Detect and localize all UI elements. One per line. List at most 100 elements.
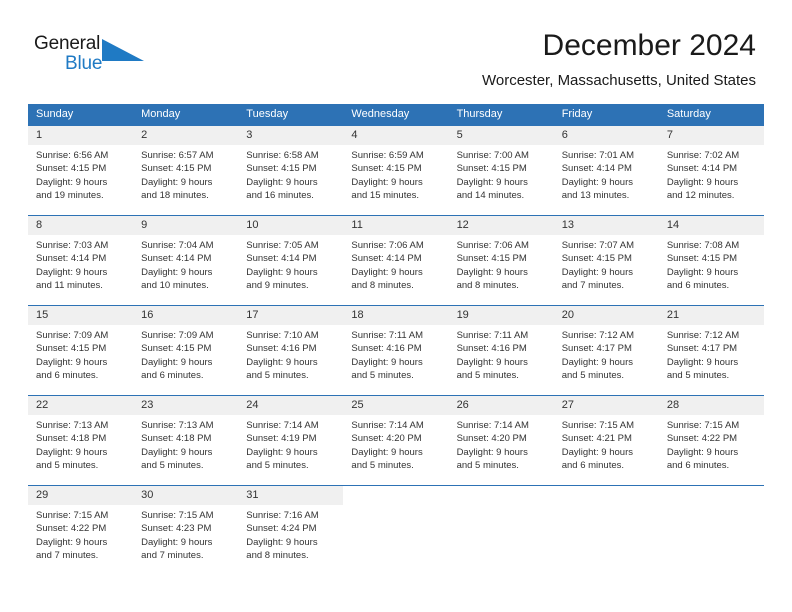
daylight-text-line1: Daylight: 9 hours	[666, 356, 739, 368]
day-details: Sunrise: 7:14 AM Sunset: 4:20 PM Dayligh…	[449, 415, 554, 472]
daylight-text-line2: and 5 minutes.	[351, 459, 414, 471]
daylight-text-line1: Daylight: 9 hours	[351, 446, 423, 458]
daylight-text-line2: and 6 minutes.	[666, 279, 730, 291]
week-row: 29 Sunrise: 7:15 AM Sunset: 4:22 PM Dayl…	[28, 485, 764, 575]
day-number-band: 4	[343, 126, 449, 145]
day-details: Sunrise: 7:13 AM Sunset: 4:18 PM Dayligh…	[28, 415, 133, 472]
day-cell[interactable]: 21 Sunrise: 7:12 AM Sunset: 4:17 PM Dayl…	[658, 306, 764, 395]
daylight-text-line2: and 9 minutes.	[246, 279, 309, 291]
daylight-text-line1: Daylight: 9 hours	[456, 446, 528, 458]
sunset-text: Sunset: 4:16 PM	[351, 343, 422, 355]
sunrise-text: Sunrise: 7:09 AM	[141, 330, 214, 341]
day-number-band: 1	[28, 126, 134, 145]
sunset-text: Sunset: 4:17 PM	[561, 343, 632, 355]
sunrise-text: Sunrise: 7:05 AM	[246, 240, 319, 251]
day-number: 9	[141, 219, 148, 231]
day-cell[interactable]: 7 Sunrise: 7:02 AM Sunset: 4:14 PM Dayli…	[658, 126, 764, 215]
daylight-text-line1: Daylight: 9 hours	[141, 176, 213, 188]
day-number-band	[449, 486, 554, 505]
weekday-header-sunday: Sunday	[36, 108, 74, 120]
sunset-text: Sunset: 4:19 PM	[246, 433, 317, 445]
day-cell[interactable]: 23 Sunrise: 7:13 AM Sunset: 4:18 PM Dayl…	[133, 396, 239, 485]
daylight-text-line1: Daylight: 9 hours	[666, 266, 739, 278]
sunset-text: Sunset: 4:15 PM	[351, 163, 422, 175]
day-cell[interactable]: 1 Sunrise: 6:56 AM Sunset: 4:15 PM Dayli…	[28, 126, 134, 215]
sunset-text: Sunset: 4:17 PM	[666, 343, 738, 355]
day-cell[interactable]: 15 Sunrise: 7:09 AM Sunset: 4:15 PM Dayl…	[28, 306, 134, 395]
sunset-text: Sunset: 4:15 PM	[36, 343, 107, 355]
sunrise-text: Sunrise: 7:12 AM	[561, 330, 635, 341]
day-cell[interactable]: 14 Sunrise: 7:08 AM Sunset: 4:15 PM Dayl…	[658, 216, 764, 305]
sunset-text: Sunset: 4:18 PM	[141, 433, 212, 445]
daylight-text-line2: and 5 minutes.	[141, 459, 204, 471]
day-details: Sunrise: 7:16 AM Sunset: 4:24 PM Dayligh…	[238, 505, 343, 562]
day-cell[interactable]: 16 Sunrise: 7:09 AM Sunset: 4:15 PM Dayl…	[133, 306, 239, 395]
general-blue-logo[interactable]: General Blue	[34, 33, 154, 79]
day-cell[interactable]: 4 Sunrise: 6:59 AM Sunset: 4:15 PM Dayli…	[343, 126, 449, 215]
day-number-band: 24	[238, 396, 344, 415]
day-number-band: 10	[238, 216, 344, 235]
daylight-text-line1: Daylight: 9 hours	[351, 176, 423, 188]
day-number-band: 30	[133, 486, 239, 505]
day-cell[interactable]: 17 Sunrise: 7:10 AM Sunset: 4:16 PM Dayl…	[238, 306, 344, 395]
day-number: 1	[36, 129, 43, 141]
sunrise-text: Sunrise: 7:14 AM	[456, 420, 529, 431]
day-number: 22	[36, 399, 49, 411]
daylight-text-line2: and 6 minutes.	[36, 369, 99, 381]
sunset-text: Sunset: 4:15 PM	[456, 163, 527, 175]
day-number-band: 18	[343, 306, 449, 325]
sunset-text: Sunset: 4:14 PM	[36, 253, 107, 265]
daylight-text-line2: and 12 minutes.	[666, 189, 735, 201]
day-cell[interactable]: 29 Sunrise: 7:15 AM Sunset: 4:22 PM Dayl…	[28, 486, 134, 575]
day-cell-empty	[554, 486, 659, 575]
daylight-text-line1: Daylight: 9 hours	[561, 446, 633, 458]
sunrise-text: Sunrise: 7:15 AM	[561, 420, 635, 431]
day-details: Sunrise: 7:01 AM Sunset: 4:14 PM Dayligh…	[554, 145, 659, 202]
weekday-header-wednesday: Wednesday	[351, 108, 410, 120]
day-number: 26	[456, 399, 469, 411]
day-number-band: 5	[448, 126, 554, 145]
day-number-band: 23	[133, 396, 239, 415]
day-cell[interactable]: 6 Sunrise: 7:01 AM Sunset: 4:14 PM Dayli…	[553, 126, 659, 215]
day-cell[interactable]: 8 Sunrise: 7:03 AM Sunset: 4:14 PM Dayli…	[28, 216, 134, 305]
day-cell[interactable]: 12 Sunrise: 7:06 AM Sunset: 4:15 PM Dayl…	[448, 216, 554, 305]
day-cell[interactable]: 22 Sunrise: 7:13 AM Sunset: 4:18 PM Dayl…	[28, 396, 134, 485]
day-cell[interactable]: 2 Sunrise: 6:57 AM Sunset: 4:15 PM Dayli…	[133, 126, 239, 215]
day-number-band	[659, 486, 764, 505]
day-number-band: 16	[133, 306, 239, 325]
day-cell[interactable]: 13 Sunrise: 7:07 AM Sunset: 4:15 PM Dayl…	[553, 216, 659, 305]
day-cell[interactable]: 27 Sunrise: 7:15 AM Sunset: 4:21 PM Dayl…	[553, 396, 659, 485]
day-cell[interactable]: 28 Sunrise: 7:15 AM Sunset: 4:22 PM Dayl…	[658, 396, 764, 485]
day-cell[interactable]: 3 Sunrise: 6:58 AM Sunset: 4:15 PM Dayli…	[238, 126, 344, 215]
sunrise-text: Sunrise: 7:15 AM	[141, 510, 214, 521]
day-cell[interactable]: 20 Sunrise: 7:12 AM Sunset: 4:17 PM Dayl…	[553, 306, 659, 395]
day-number-band: 25	[343, 396, 449, 415]
sunset-text: Sunset: 4:22 PM	[36, 523, 107, 535]
daylight-text-line2: and 16 minutes.	[246, 189, 314, 201]
day-cell[interactable]: 5 Sunrise: 7:00 AM Sunset: 4:15 PM Dayli…	[448, 126, 554, 215]
day-cell[interactable]: 10 Sunrise: 7:05 AM Sunset: 4:14 PM Dayl…	[238, 216, 344, 305]
day-number: 3	[246, 129, 253, 141]
day-cell[interactable]: 26 Sunrise: 7:14 AM Sunset: 4:20 PM Dayl…	[448, 396, 554, 485]
day-number-band: 6	[553, 126, 659, 145]
daylight-text-line2: and 5 minutes.	[246, 459, 309, 471]
daylight-text-line2: and 11 minutes.	[36, 279, 103, 291]
day-cell[interactable]: 24 Sunrise: 7:14 AM Sunset: 4:19 PM Dayl…	[238, 396, 344, 485]
day-number-band: 15	[28, 306, 134, 325]
sunset-text: Sunset: 4:16 PM	[246, 343, 317, 355]
day-cell[interactable]: 31 Sunrise: 7:16 AM Sunset: 4:24 PM Dayl…	[238, 486, 344, 575]
daylight-text-line1: Daylight: 9 hours	[246, 446, 318, 458]
day-cell[interactable]: 11 Sunrise: 7:06 AM Sunset: 4:14 PM Dayl…	[343, 216, 449, 305]
day-number: 24	[246, 399, 259, 411]
sunrise-text: Sunrise: 7:04 AM	[141, 240, 214, 251]
day-details: Sunrise: 6:59 AM Sunset: 4:15 PM Dayligh…	[343, 145, 448, 202]
day-cell[interactable]: 30 Sunrise: 7:15 AM Sunset: 4:23 PM Dayl…	[133, 486, 239, 575]
day-cell[interactable]: 18 Sunrise: 7:11 AM Sunset: 4:16 PM Dayl…	[343, 306, 449, 395]
sunset-text: Sunset: 4:14 PM	[561, 163, 632, 175]
sunrise-text: Sunrise: 7:07 AM	[561, 240, 635, 251]
day-cell[interactable]: 25 Sunrise: 7:14 AM Sunset: 4:20 PM Dayl…	[343, 396, 449, 485]
day-number-band: 31	[238, 486, 344, 505]
day-cell[interactable]: 19 Sunrise: 7:11 AM Sunset: 4:16 PM Dayl…	[448, 306, 554, 395]
day-cell[interactable]: 9 Sunrise: 7:04 AM Sunset: 4:14 PM Dayli…	[133, 216, 239, 305]
daylight-text-line2: and 8 minutes.	[246, 549, 309, 561]
